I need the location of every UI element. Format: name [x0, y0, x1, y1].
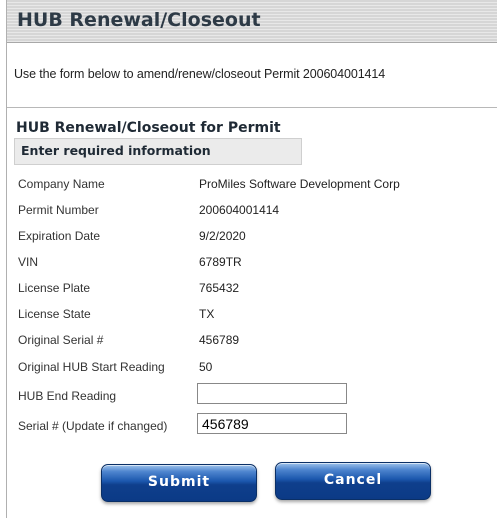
hub-start-reading-label: Original HUB Start Reading: [18, 360, 165, 374]
form-section-title: HUB Renewal/Closeout for Permit: [16, 120, 281, 136]
permit-number-label: Permit Number: [18, 203, 99, 217]
form-subheader-text: Enter required information: [21, 143, 211, 158]
hub-end-reading-input[interactable]: [197, 383, 347, 404]
permit-number-value: 200604001414: [199, 203, 280, 217]
serial-update-label: Serial # (Update if changed): [18, 419, 168, 433]
hub-start-reading-value: 50: [199, 360, 213, 374]
form-subheader: Enter required information: [14, 138, 302, 165]
expiration-date-value: 9/2/2020: [199, 229, 246, 243]
instruction-panel: Use the form below to amend/renew/closeo…: [7, 43, 497, 108]
hub-end-reading-label: HUB End Reading: [18, 389, 117, 403]
submit-button[interactable]: Submit: [101, 464, 257, 502]
vin-value: 6789TR: [199, 255, 242, 269]
license-plate-label: License Plate: [18, 281, 91, 295]
license-state-label: License State: [18, 307, 91, 321]
vin-label: VIN: [18, 255, 39, 269]
dialog-title: HUB Renewal/Closeout: [17, 9, 261, 31]
company-name-value: ProMiles Software Development Corp: [199, 177, 400, 191]
expiration-date-label: Expiration Date: [18, 229, 101, 243]
original-serial-label: Original Serial #: [18, 333, 104, 347]
serial-update-input[interactable]: [197, 413, 347, 434]
original-serial-value: 456789: [199, 333, 240, 347]
license-plate-value: 765432: [199, 281, 240, 295]
cancel-button[interactable]: Cancel: [275, 462, 431, 500]
company-name-label: Company Name: [18, 177, 105, 191]
license-state-value: TX: [199, 307, 215, 321]
instruction-text: Use the form below to amend/renew/closeo…: [14, 67, 386, 81]
title-bar: HUB Renewal/Closeout: [7, 0, 497, 43]
dialog-window: HUB Renewal/Closeout Use the form below …: [6, 0, 497, 518]
